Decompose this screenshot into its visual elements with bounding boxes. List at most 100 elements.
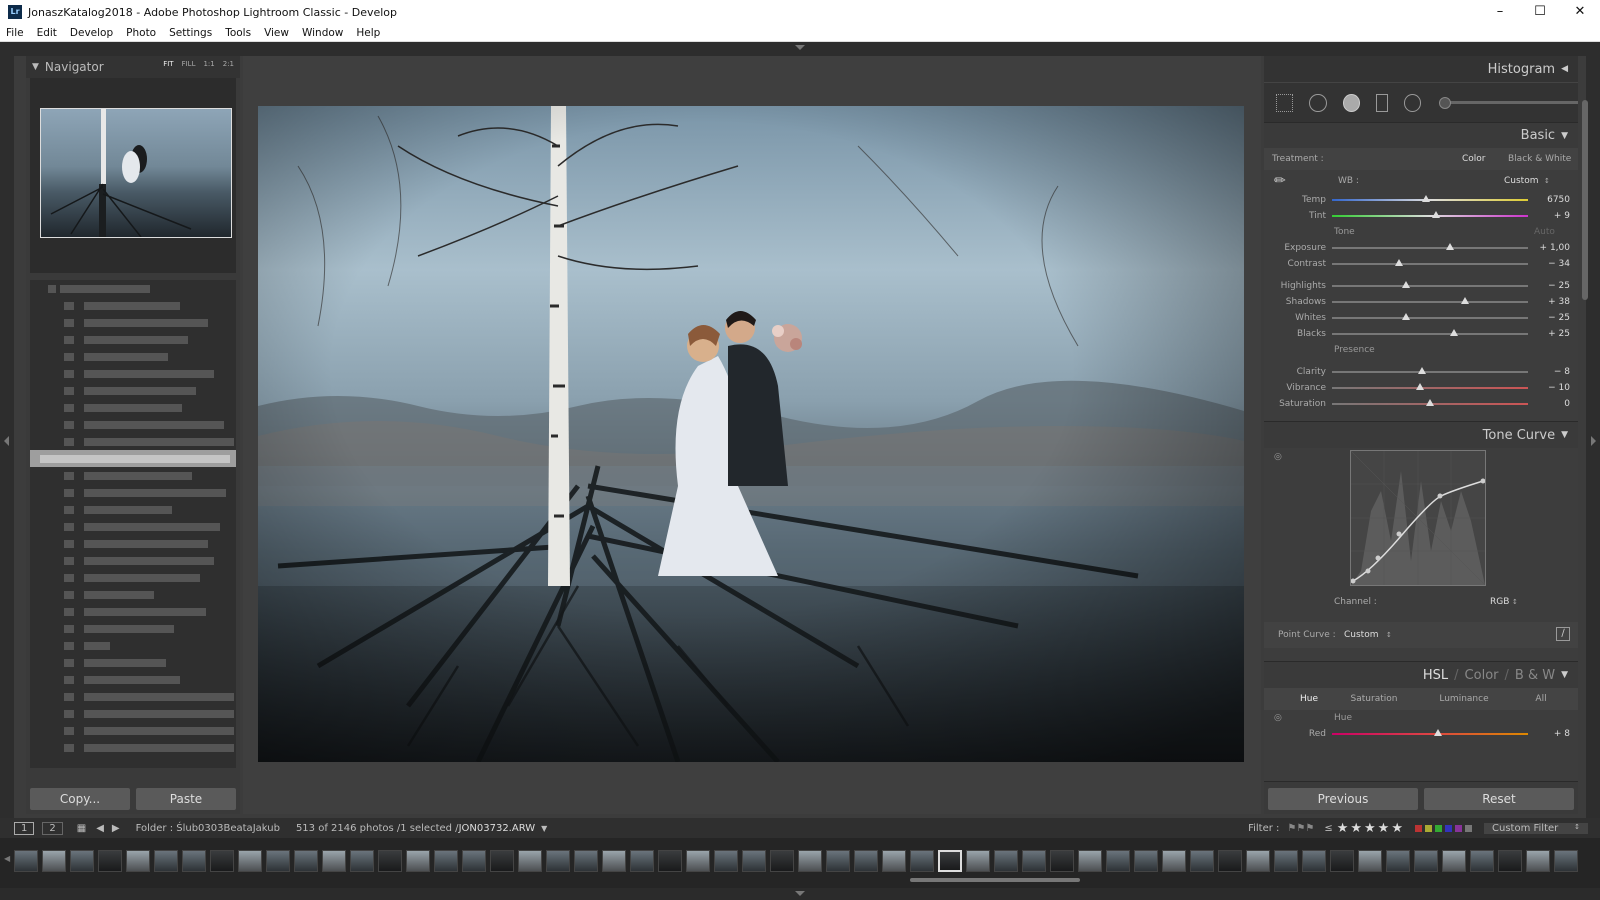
copy-button[interactable]: Copy... — [30, 788, 130, 810]
list-item-selected[interactable] — [30, 450, 236, 467]
list-item[interactable] — [30, 314, 236, 331]
minimize-icon[interactable]: – — [1480, 0, 1520, 24]
filmstrip-thumbnail[interactable] — [210, 850, 234, 872]
slider-thumb[interactable] — [1394, 259, 1403, 266]
filmstrip-thumbnail[interactable] — [1218, 850, 1242, 872]
slider-value[interactable]: + 38 — [1528, 297, 1570, 307]
filmstrip-left-arrow-icon[interactable]: ◀ — [4, 854, 10, 863]
filmstrip-thumbnail[interactable] — [1022, 850, 1046, 872]
filmstrip-thumbnail[interactable] — [994, 850, 1018, 872]
slider-thumb[interactable] — [1433, 729, 1442, 736]
slider-value[interactable]: 0 — [1528, 399, 1570, 409]
slider-highlights[interactable]: Highlights − 25 — [1264, 278, 1578, 294]
screen-2-button[interactable]: 2 — [42, 821, 63, 835]
filmstrip-thumbnail[interactable] — [910, 850, 934, 872]
menu-settings[interactable]: Settings — [169, 27, 212, 39]
top-panel-toggle[interactable] — [0, 42, 1600, 56]
slider-contrast[interactable]: Contrast − 34 — [1264, 256, 1578, 272]
current-filename[interactable]: JON03732.ARW — [459, 823, 536, 834]
slider-track[interactable] — [1332, 399, 1528, 406]
slider-value[interactable]: + 8 — [1528, 729, 1570, 739]
filmstrip-thumbnail[interactable] — [350, 850, 374, 872]
slider-track[interactable] — [1332, 259, 1528, 266]
filmstrip-thumbnail[interactable] — [1134, 850, 1158, 872]
slider-vibrance[interactable]: Vibrance − 10 — [1264, 380, 1578, 396]
filmstrip-thumbnail[interactable] — [378, 850, 402, 872]
slider-track[interactable] — [1332, 281, 1528, 288]
list-item[interactable] — [30, 433, 236, 450]
list-item[interactable] — [30, 654, 236, 671]
filmstrip-thumbnail[interactable] — [1274, 850, 1298, 872]
filmstrip-thumbnail[interactable] — [1554, 850, 1578, 872]
list-item[interactable] — [30, 297, 236, 314]
list-item[interactable] — [30, 467, 236, 484]
rating-operator[interactable]: ≤ — [1324, 823, 1332, 834]
filmstrip-thumbnail[interactable] — [462, 850, 486, 872]
slider-shadows[interactable]: Shadows + 38 — [1264, 294, 1578, 310]
list-item[interactable] — [30, 569, 236, 586]
zoom-fit[interactable]: FIT — [163, 60, 173, 68]
filmstrip-thumbnail[interactable] — [658, 850, 682, 872]
zoom-1-1[interactable]: 1:1 — [203, 60, 214, 68]
menu-photo[interactable]: Photo — [126, 27, 156, 39]
screen-1-button[interactable]: 1 — [14, 821, 35, 835]
slider-thumb[interactable] — [1461, 297, 1470, 304]
filmstrip-thumbnail[interactable] — [1050, 850, 1074, 872]
target-adjust-icon[interactable]: ◎ — [1274, 452, 1282, 462]
filmstrip-thumbnail[interactable] — [1526, 850, 1550, 872]
filmstrip-thumbnail[interactable] — [1498, 850, 1522, 872]
list-item[interactable] — [30, 382, 236, 399]
list-item[interactable] — [30, 637, 236, 654]
point-curve-select[interactable]: Custom — [1344, 630, 1378, 640]
slider-value[interactable]: − 34 — [1528, 259, 1570, 269]
list-item[interactable] — [30, 518, 236, 535]
filmstrip-thumbnail[interactable] — [714, 850, 738, 872]
list-item[interactable] — [30, 535, 236, 552]
slider-thumb[interactable] — [1402, 281, 1411, 288]
star-rating-filter[interactable]: ★★★★★ — [1337, 821, 1405, 836]
filmstrip-thumbnail[interactable] — [882, 850, 906, 872]
tab-color[interactable]: Color — [1465, 668, 1499, 683]
filmstrip-thumbnail[interactable] — [574, 850, 598, 872]
slider-exposure[interactable]: Exposure + 1,00 — [1264, 240, 1578, 256]
adjustment-brush-slider[interactable] — [1439, 97, 1578, 109]
filmstrip-thumbnail[interactable] — [1190, 850, 1214, 872]
channel-select[interactable]: RGB — [1490, 597, 1509, 607]
filmstrip-thumbnail[interactable] — [798, 850, 822, 872]
slider-track[interactable] — [1332, 367, 1528, 374]
filmstrip-thumbnail-selected[interactable] — [938, 850, 962, 872]
list-item[interactable] — [30, 620, 236, 637]
main-photo[interactable] — [258, 106, 1244, 762]
filmstrip-thumbnail[interactable] — [434, 850, 458, 872]
custom-filter-select[interactable]: Custom Filter ↕ — [1484, 822, 1588, 834]
navigator-thumbnail[interactable] — [40, 108, 232, 238]
slider-value[interactable]: + 25 — [1528, 329, 1570, 339]
filmstrip-thumbnail[interactable] — [826, 850, 850, 872]
list-item[interactable] — [30, 671, 236, 688]
slider-thumb[interactable] — [1416, 383, 1425, 390]
slider-track[interactable] — [1332, 313, 1528, 320]
tone-auto-button[interactable]: Auto — [1534, 224, 1555, 240]
chevron-down-icon[interactable]: ▼ — [541, 824, 547, 833]
subtab-hue[interactable]: Hue — [1284, 694, 1334, 704]
paste-button[interactable]: Paste — [136, 788, 236, 810]
menu-develop[interactable]: Develop — [70, 27, 113, 39]
list-item[interactable] — [30, 365, 236, 382]
tone-curve-graph[interactable] — [1350, 450, 1486, 586]
crop-tool-icon[interactable] — [1276, 93, 1294, 112]
red-eye-icon[interactable] — [1342, 93, 1361, 112]
menu-window[interactable]: Window — [302, 27, 343, 39]
slider-track[interactable] — [1332, 243, 1528, 250]
filmstrip-thumbnail[interactable] — [1470, 850, 1494, 872]
list-item[interactable] — [30, 348, 236, 365]
previous-button[interactable]: Previous — [1268, 788, 1418, 810]
radial-filter-icon[interactable] — [1403, 93, 1422, 112]
slider-thumb[interactable] — [1445, 243, 1454, 250]
graduated-filter-icon[interactable] — [1376, 93, 1388, 112]
filmstrip-thumbnail[interactable] — [266, 850, 290, 872]
eyedropper-icon[interactable]: ✏ — [1274, 173, 1286, 189]
menu-file[interactable]: File — [6, 27, 24, 39]
slider-track[interactable] — [1332, 329, 1528, 336]
slider-blacks[interactable]: Blacks + 25 — [1264, 326, 1578, 342]
filmstrip-thumbnail[interactable] — [42, 850, 66, 872]
